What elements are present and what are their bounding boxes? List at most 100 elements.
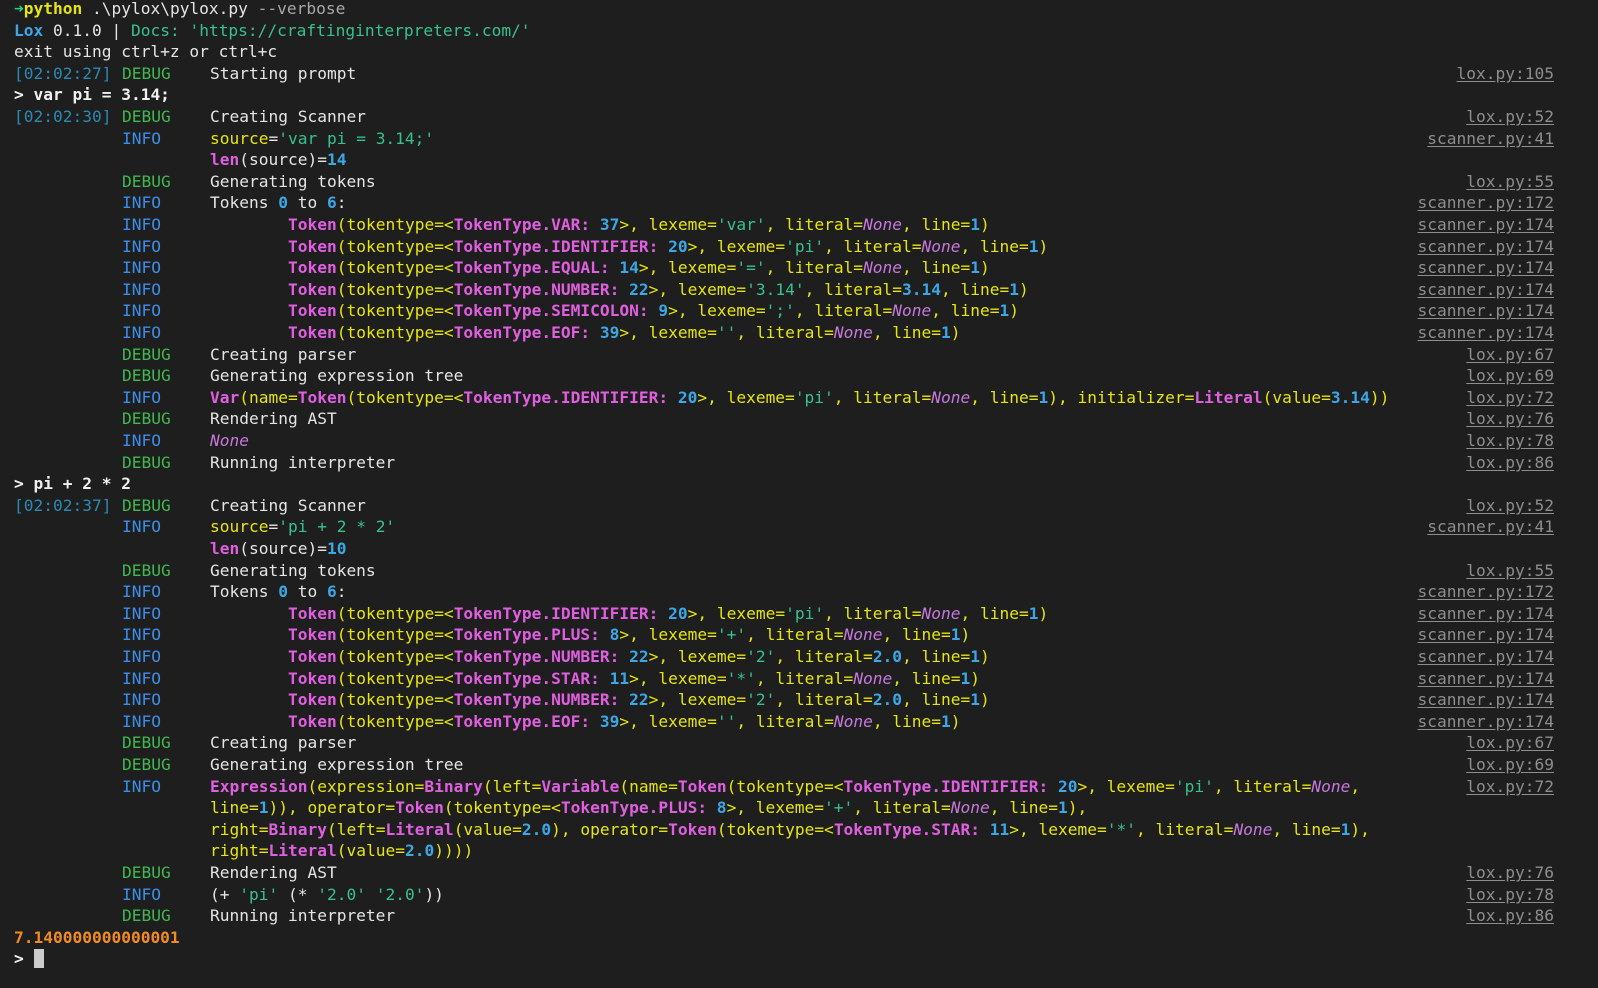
- text-segment: ): [950, 323, 961, 342]
- source-location-link[interactable]: lox.py:86: [1466, 452, 1554, 474]
- source-location-link[interactable]: lox.py:72: [1466, 776, 1554, 798]
- source-location-link[interactable]: scanner.py:174: [1418, 300, 1554, 322]
- source-location-link[interactable]: lox.py:69: [1466, 365, 1554, 387]
- source-location-link[interactable]: lox.py:105: [1457, 63, 1554, 85]
- text-segment: )), operator=: [268, 798, 396, 818]
- line-text: 7.140000000000001: [14, 927, 180, 949]
- text-segment: , literal=: [775, 690, 873, 710]
- log-message: Starting prompt: [210, 63, 356, 85]
- text-segment: ): [970, 668, 981, 688]
- log-line: len(source)=10: [0, 538, 1598, 560]
- text-segment: ): [960, 625, 971, 645]
- text-segment: Binary: [268, 819, 327, 839]
- source-location-link[interactable]: scanner.py:174: [1418, 236, 1554, 258]
- text-segment: '2.0': [317, 884, 366, 904]
- log-line: DEBUG Generating expression tree lox.py:69: [0, 754, 1598, 776]
- log-level: INFO: [122, 236, 161, 256]
- source-location-link[interactable]: scanner.py:174: [1418, 668, 1554, 690]
- source-location-link[interactable]: lox.py:52: [1466, 106, 1554, 128]
- source-location-link[interactable]: lox.py:69: [1466, 754, 1554, 776]
- text-segment: (left=: [326, 819, 386, 839]
- source-location-link[interactable]: lox.py:76: [1466, 408, 1554, 430]
- source-location-link[interactable]: scanner.py:174: [1418, 603, 1554, 625]
- text-segment: '=': [736, 258, 766, 278]
- log-message: (+ 'pi' (* '2.0' '2.0')): [210, 884, 444, 906]
- source-location-link[interactable]: lox.py:86: [1466, 905, 1554, 927]
- source-location-link[interactable]: lox.py:55: [1466, 560, 1554, 582]
- log-level: DEBUG: [122, 733, 171, 753]
- source-location-link[interactable]: lox.py:55: [1466, 171, 1554, 193]
- text-segment: 'pi': [785, 603, 825, 623]
- text-segment: , literal=: [853, 798, 951, 818]
- text-segment: )): [1369, 387, 1390, 407]
- text-segment: to: [287, 582, 327, 602]
- text-segment: , literal=: [794, 301, 893, 321]
- text-segment: 20: [1048, 776, 1078, 796]
- log-level: INFO: [122, 258, 161, 278]
- log-level: INFO: [122, 603, 161, 623]
- text-segment: , literal=: [833, 387, 932, 407]
- source-location-link[interactable]: scanner.py:174: [1418, 279, 1554, 301]
- text-segment: 1: [970, 258, 981, 278]
- terminal-output[interactable]: ➜python .\pylox\pylox.py --verbose Lox 0.…: [0, 0, 1598, 988]
- source-location-link[interactable]: scanner.py:174: [1418, 624, 1554, 646]
- log-message: len(source)=10: [210, 538, 346, 560]
- source-location-link[interactable]: scanner.py:174: [1418, 214, 1554, 236]
- source-location-link[interactable]: lox.py:52: [1466, 495, 1554, 517]
- source-location-link[interactable]: scanner.py:172: [1418, 581, 1554, 603]
- log-level: DEBUG: [122, 409, 171, 429]
- source-location-link[interactable]: lox.py:67: [1466, 732, 1554, 754]
- text-segment: 3.14: [902, 279, 942, 299]
- text-segment: , line=: [931, 301, 1000, 321]
- text-segment: , literal=: [765, 215, 864, 234]
- text-segment: Token: [288, 215, 337, 234]
- text-segment: None: [210, 431, 249, 450]
- text-segment: 1: [1057, 798, 1068, 818]
- text-segment: ): [1038, 603, 1049, 623]
- text-segment: Tokens: [210, 193, 279, 213]
- text-segment: source: [210, 517, 269, 537]
- log-line: DEBUG Creating parser lox.py:67: [0, 732, 1598, 754]
- text-segment: , line=: [960, 236, 1029, 256]
- text-segment: Rendering AST: [210, 409, 337, 429]
- text-segment: TokenType.PLUS:: [453, 625, 600, 645]
- source-location-link[interactable]: scanner.py:174: [1418, 646, 1554, 668]
- text-segment: 1: [950, 625, 961, 645]
- source-location-link[interactable]: scanner.py:174: [1418, 257, 1554, 279]
- log-message: Creating Scanner: [210, 495, 366, 517]
- source-location-link[interactable]: scanner.py:172: [1418, 192, 1554, 214]
- log-line: [02:02:27] DEBUG Starting prompt lox.py:105: [0, 63, 1598, 85]
- text-cursor[interactable]: [33, 949, 44, 969]
- source-location-link[interactable]: scanner.py:174: [1418, 322, 1554, 344]
- source-location-link[interactable]: lox.py:78: [1466, 430, 1554, 452]
- text-segment: source: [210, 128, 269, 148]
- log-line: INFO Token(tokentype=<TokenType.IDENTIFIE…: [0, 603, 1598, 625]
- text-segment: '*': [726, 668, 756, 688]
- source-location-link[interactable]: lox.py:76: [1466, 862, 1554, 884]
- text-segment: (tokentype=<: [336, 279, 454, 299]
- text-segment: 22: [619, 279, 649, 299]
- log-message: Token(tokentype=<TokenType.IDENTIFIER: 2…: [288, 236, 1048, 258]
- text-segment: 6: [326, 193, 337, 213]
- text-segment: , line=: [902, 647, 971, 666]
- source-location-link[interactable]: lox.py:78: [1466, 884, 1554, 906]
- log-level: DEBUG: [122, 560, 171, 580]
- text-segment: :: [336, 582, 347, 602]
- source-location-link[interactable]: lox.py:72: [1466, 387, 1554, 409]
- log-message: Token(tokentype=<TokenType.SEMICOLON: 9>…: [288, 300, 1019, 322]
- text-segment: (expression=: [307, 776, 425, 796]
- source-location-link[interactable]: scanner.py:174: [1418, 689, 1554, 711]
- text-segment: 2.0: [872, 647, 903, 666]
- text-segment: , line=: [970, 387, 1039, 407]
- log-message: Token(tokentype=<TokenType.STAR: 11>, le…: [288, 668, 980, 690]
- source-location-link[interactable]: scanner.py:174: [1418, 711, 1554, 733]
- log-line: [02:02:37] DEBUG Creating Scanner lox.py:52: [0, 495, 1598, 517]
- source-location-link[interactable]: lox.py:67: [1466, 344, 1554, 366]
- text-segment: Var: [210, 387, 240, 407]
- source-location-link[interactable]: scanner.py:41: [1427, 516, 1554, 538]
- text-segment: right=: [210, 841, 269, 861]
- source-location-link[interactable]: scanner.py:41: [1427, 128, 1554, 150]
- text-segment: None: [843, 625, 883, 645]
- text-segment: ): [980, 215, 990, 234]
- text-segment: 0: [278, 582, 288, 602]
